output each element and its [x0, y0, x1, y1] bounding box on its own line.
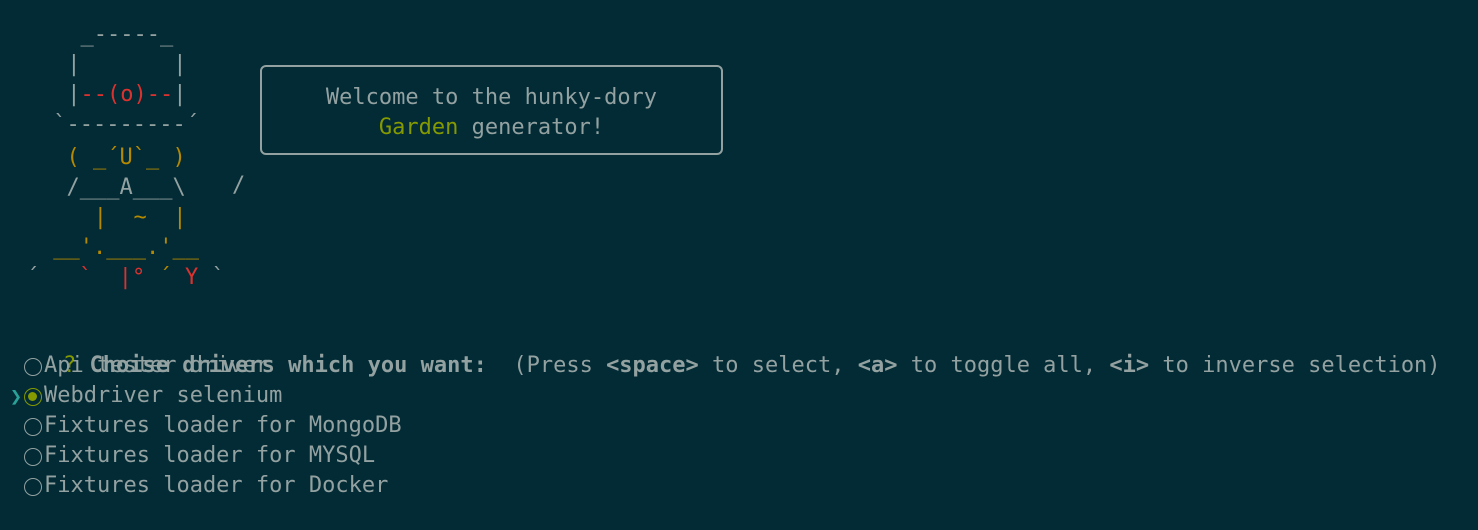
art-feet-a: ´ — [26, 265, 79, 290]
art-line-face: ( _´U`_ ) — [40, 145, 186, 170]
hint-open: (Press — [513, 353, 607, 378]
radio-unchecked-icon[interactable] — [24, 417, 42, 436]
option-label: Fixtures loader for MYSQL — [44, 443, 376, 468]
art-eye-pipe-right: | — [173, 82, 187, 107]
hint-end: to inverse selection) — [1149, 353, 1441, 378]
terminal-window: _-----_ | | |--(o)--| `---------´ ( _´U`… — [0, 0, 1478, 530]
art-feet-e: Y — [184, 265, 199, 290]
key-i: <i> — [1109, 353, 1150, 378]
radio-checked-icon[interactable] — [24, 387, 42, 406]
art-feet-d: ´ — [158, 265, 185, 290]
welcome-line-2: Garden generator! — [262, 113, 721, 143]
hint-mid-2: to toggle all, — [897, 353, 1110, 378]
option-label: Fixtures loader for MongoDB — [44, 413, 402, 438]
pointer-icon: ❯ — [10, 384, 23, 408]
art-legs-text: __'.___.'__ — [40, 235, 199, 260]
speech-bubble-tail: / — [232, 173, 246, 198]
garden-highlight: Garden — [378, 115, 459, 140]
welcome-speech-bubble: Welcome to the hunky-dory Garden generat… — [260, 65, 723, 155]
art-line-body: | ~ | — [54, 205, 187, 230]
art-feet-f: ` — [198, 265, 225, 290]
radio-unchecked-icon[interactable] — [24, 357, 42, 376]
art-feet-c: |° — [118, 265, 159, 290]
option-api-tester-driver[interactable]: Api tester driver — [10, 351, 402, 381]
driver-options-list: Api tester driver ❯ Webdriver selenium Fi… — [10, 351, 402, 501]
option-label: Api tester driver — [44, 353, 270, 378]
option-label: Fixtures loader for Docker — [44, 473, 389, 498]
option-label: Webdriver selenium — [44, 383, 283, 408]
option-fixtures-docker[interactable]: Fixtures loader for Docker — [10, 471, 402, 501]
art-line-head-bottom: `---------´ — [40, 112, 199, 137]
option-webdriver-selenium[interactable]: ❯ Webdriver selenium — [10, 381, 402, 411]
key-a: <a> — [857, 353, 898, 378]
generator-text: generator! — [458, 115, 605, 140]
art-feet-b: ` — [78, 265, 119, 290]
art-line-eyes: |--(o)--| — [54, 80, 186, 110]
option-fixtures-mongodb[interactable]: Fixtures loader for MongoDB — [10, 411, 402, 441]
art-line-legs: __'.___.'__ — [40, 233, 199, 263]
hint-mid-1: to select, — [698, 353, 858, 378]
yeoman-ascii-art: _-----_ | | |--(o)--| `---------´ ( _´U`… — [0, 0, 260, 300]
key-space: <space> — [606, 353, 699, 378]
art-line-hat: _-----_ — [54, 22, 174, 47]
option-fixtures-mysql[interactable]: Fixtures loader for MYSQL — [10, 441, 402, 471]
welcome-line-1: Welcome to the hunky-dory — [262, 83, 721, 113]
art-eye: --(o)-- — [80, 82, 174, 107]
art-line-feet: ´ ` |° ´ Y ` — [26, 263, 225, 293]
radio-unchecked-icon[interactable] — [24, 477, 42, 496]
welcome-text: Welcome to the hunky-dory — [325, 85, 658, 110]
art-line-shoulders: /___A___\ — [40, 175, 186, 200]
art-eye-pipe-left: | — [54, 82, 81, 107]
art-line-head-top: | | — [54, 52, 187, 77]
radio-unchecked-icon[interactable] — [24, 447, 42, 466]
